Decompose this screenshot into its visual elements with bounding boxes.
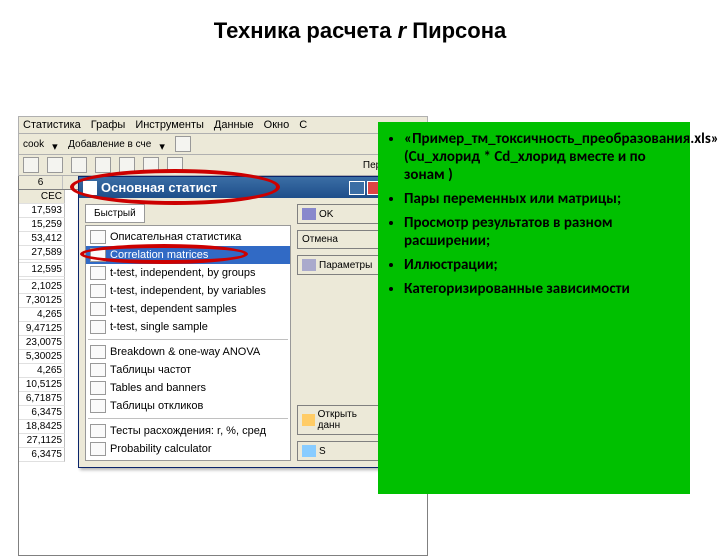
menu-more[interactable]: С [299, 119, 307, 131]
ttest-icon [90, 266, 106, 280]
tool-icon[interactable] [167, 157, 183, 173]
folder-icon [302, 414, 315, 426]
toolbar-1: cook ▾ Добавление в сче ▾ [18, 134, 428, 155]
corr-icon [90, 248, 106, 262]
options-button[interactable]: Параметры [297, 255, 381, 275]
cell[interactable]: 4,265 [19, 364, 65, 378]
grid-icon [302, 208, 316, 220]
tool-icon[interactable] [119, 157, 135, 173]
select-cases-button[interactable]: S [297, 441, 381, 461]
tool-icon[interactable] [143, 157, 159, 173]
cell[interactable]: 17,593 [19, 204, 65, 218]
cell[interactable]: 4,265 [19, 308, 65, 322]
desc-icon [90, 230, 106, 244]
ttest-icon [90, 284, 106, 298]
select-cases-icon [302, 445, 316, 457]
cell[interactable]: 53,412 [19, 232, 65, 246]
menu-tools[interactable]: Инструменты [135, 119, 204, 131]
bullet-item: «Пример_тм_токсичность_преобразования.xl… [404, 130, 680, 184]
cell[interactable]: 27,1125 [19, 434, 65, 448]
menubar: Статистика Графы Инструменты Данные Окно… [18, 116, 428, 134]
cell[interactable]: 7,30125 [19, 294, 65, 308]
menu-statistics[interactable]: Статистика [23, 119, 81, 131]
cell[interactable]: 6,3475 [19, 448, 65, 462]
tool-icon[interactable] [23, 157, 39, 173]
cell[interactable]: 15,259 [19, 218, 65, 232]
cell[interactable]: 27,589 [19, 246, 65, 260]
tool-icon[interactable] [47, 157, 63, 173]
stats-icon [83, 181, 97, 195]
cell[interactable]: 18,8425 [19, 420, 65, 434]
notes-panel: «Пример_тм_токсичность_преобразования.xl… [378, 122, 690, 494]
cell[interactable]: 2,1025 [19, 280, 65, 294]
toolbar-add-label: Добавление в сче [68, 139, 151, 150]
anova-icon [90, 345, 106, 359]
chevron-down-icon[interactable]: ▾ [52, 140, 60, 148]
toolbar-book: cook [23, 139, 44, 150]
diff-icon [90, 424, 106, 438]
table-icon [90, 363, 106, 377]
cancel-button[interactable]: Отмена [297, 230, 381, 249]
cell[interactable]: 6,3475 [19, 406, 65, 420]
menu-data[interactable]: Данные [214, 119, 254, 131]
ttest-icon [90, 320, 106, 334]
toolbar-2: Переменные [18, 155, 428, 176]
separator [88, 339, 288, 340]
bullet-item: Категоризированные зависимости [404, 280, 680, 298]
menu-tables-banners[interactable]: Tables and banners [86, 379, 290, 397]
menu-ttest-vars[interactable]: t-test, independent, by variables [86, 282, 290, 300]
calc-icon [90, 442, 106, 456]
ttest-icon [90, 302, 106, 316]
dialog-titlebar[interactable]: Основная статист [79, 177, 387, 198]
menu-prob-calc[interactable]: Probability calculator [86, 440, 290, 458]
open-data-button[interactable]: Открыть данн [297, 405, 381, 435]
menu-window[interactable]: Окно [264, 119, 290, 131]
menu-freq-tables[interactable]: Таблицы частот [86, 361, 290, 379]
dialog-title: Основная статист [101, 180, 347, 195]
chevron-down-icon[interactable]: ▾ [159, 140, 167, 148]
row-header[interactable]: CEC [19, 190, 65, 204]
tool-icon[interactable] [95, 157, 111, 173]
cell[interactable]: 23,0075 [19, 336, 65, 350]
minimize-icon[interactable] [349, 181, 365, 195]
opts-icon [302, 259, 316, 271]
slide-title: Техника расчета r Пирсона [0, 0, 720, 52]
menu-ttest-dep[interactable]: t-test, dependent samples [86, 300, 290, 318]
tab-quick[interactable]: Быстрый [85, 204, 145, 223]
menu-descriptives[interactable]: Описательная статистика [86, 228, 290, 246]
basic-stats-dialog: Основная статист Быстрый Описательная ст… [78, 176, 388, 468]
col-hdr[interactable]: 6 [19, 176, 63, 189]
menu-ttest-groups[interactable]: t-test, independent, by groups [86, 264, 290, 282]
menu-correlation-matrices[interactable]: Correlation matrices [86, 246, 290, 264]
menu-breakdown[interactable]: Breakdown & one-way ANOVA [86, 343, 290, 361]
menu-graphs[interactable]: Графы [91, 119, 126, 131]
menu-diff-tests[interactable]: Тесты расхождения: r, %, сред [86, 422, 290, 440]
bullet-item: Просмотр результатов в разном расширении… [404, 214, 680, 250]
tool-icon[interactable] [71, 157, 87, 173]
cell[interactable]: 6,71875 [19, 392, 65, 406]
cell[interactable]: 5,30025 [19, 350, 65, 364]
cell[interactable]: 12,595 [19, 263, 65, 277]
table-icon [90, 399, 106, 413]
bullet-item: Иллюстрации; [404, 256, 680, 274]
data-column: CEC 17,593 15,259 53,412 27,589 12,595 2… [19, 190, 65, 462]
help-icon[interactable] [175, 136, 191, 152]
menu-ttest-single[interactable]: t-test, single sample [86, 318, 290, 336]
cell[interactable]: 10,5125 [19, 378, 65, 392]
menu-response-tables[interactable]: Таблицы откликов [86, 397, 290, 415]
table-icon [90, 381, 106, 395]
bullet-item: Пары переменных или матрицы; [404, 190, 680, 208]
stats-menu: Описательная статистика Correlation matr… [85, 225, 291, 461]
ok-button[interactable]: OK [297, 204, 381, 224]
separator [88, 418, 288, 419]
cell[interactable]: 9,47125 [19, 322, 65, 336]
